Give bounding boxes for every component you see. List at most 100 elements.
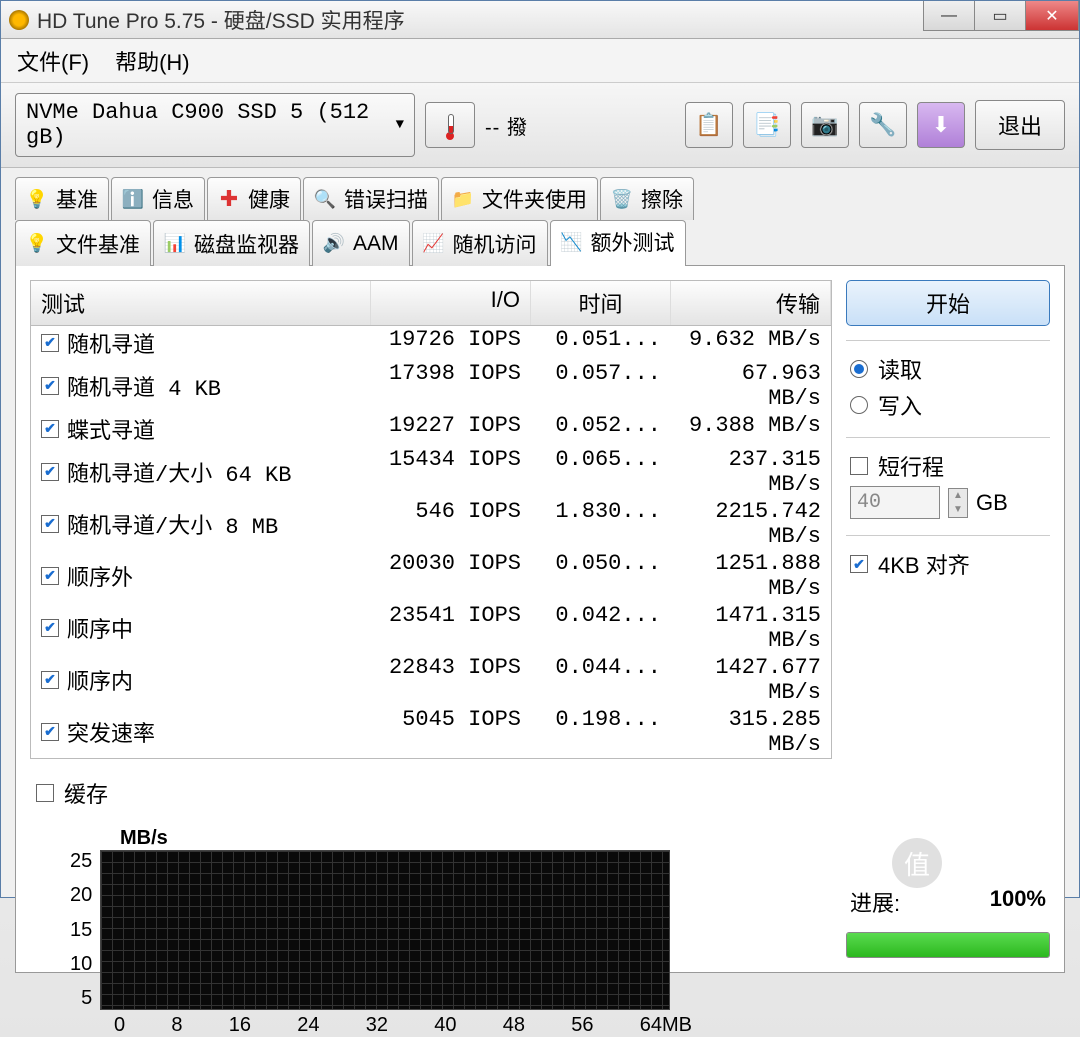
close-button[interactable]: ✕	[1025, 1, 1079, 31]
table-row[interactable]: 顺序内22843 IOPS0.044...1427.677 MB/s	[31, 654, 831, 706]
chart-y-axis: 252015105	[70, 850, 100, 1010]
row-io: 23541 IOPS	[371, 602, 531, 654]
row-time: 0.198...	[531, 706, 671, 758]
window-title: HD Tune Pro 5.75 - 硬盘/SSD 实用程序	[37, 5, 405, 35]
drive-select[interactable]: NVMe Dahua C900 SSD 5 (512 gB) ▼	[15, 93, 415, 157]
row-io: 20030 IOPS	[371, 550, 531, 602]
tab-label: 额外测试	[591, 227, 675, 257]
row-time: 0.065...	[531, 446, 671, 498]
row-time: 0.051...	[531, 326, 671, 360]
scan-icon	[314, 188, 336, 210]
copy-icon: 📋	[695, 112, 722, 138]
save-button[interactable]: ⬇	[917, 102, 965, 148]
tab-label: 错误扫描	[344, 184, 428, 214]
watermark: 值 什么值得买	[892, 838, 1062, 888]
row-name: 顺序中	[67, 612, 133, 644]
plus-icon	[218, 188, 240, 210]
tab-label: 基准	[56, 184, 98, 214]
speaker-icon	[323, 233, 345, 255]
tools-icon: 🔧	[869, 112, 896, 138]
row-name: 随机寻道 4 KB	[67, 370, 221, 402]
row-checkbox[interactable]	[41, 619, 59, 637]
table-row[interactable]: 随机寻道 4 KB17398 IOPS0.057...67.963 MB/s	[31, 360, 831, 412]
camera-icon: 📷	[811, 112, 838, 138]
minimize-button[interactable]: —	[923, 1, 975, 31]
col-transfer[interactable]: 传输	[671, 281, 831, 325]
tab-文件基准[interactable]: 文件基准	[15, 220, 151, 266]
row-io: 19726 IOPS	[371, 326, 531, 360]
x-tick: 24	[297, 1014, 319, 1037]
row-name: 随机寻道	[67, 327, 155, 359]
temperature-value: -- 撥	[485, 111, 528, 140]
row-transfer: 9.632 MB/s	[671, 326, 831, 360]
row-checkbox[interactable]	[41, 671, 59, 689]
short-stroke-input[interactable]	[850, 486, 940, 519]
row-checkbox[interactable]	[41, 420, 59, 438]
tab-擦除[interactable]: 擦除	[600, 177, 694, 220]
tabs-row-bottom: 文件基准磁盘监视器 AAM 随机访问 额外测试	[15, 219, 1065, 265]
table-row[interactable]: 突发速率5045 IOPS0.198...315.285 MB/s	[31, 706, 831, 758]
tab-信息[interactable]: 信息	[111, 177, 205, 220]
x-tick: 0	[114, 1014, 125, 1037]
align-4kb-checkbox[interactable]	[850, 555, 868, 573]
progress-value: 100%	[990, 886, 1046, 918]
options-button[interactable]: 🔧	[859, 102, 907, 148]
copy-button[interactable]: 📋	[685, 102, 733, 148]
read-radio[interactable]	[850, 360, 868, 378]
table-row[interactable]: 随机寻道/大小 8 MB546 IOPS1.830...2215.742 MB/…	[31, 498, 831, 550]
row-checkbox[interactable]	[41, 515, 59, 533]
table-row[interactable]: 随机寻道 19726 IOPS0.051...9.632 MB/s	[31, 326, 831, 360]
row-transfer: 1471.315 MB/s	[671, 602, 831, 654]
col-io[interactable]: I/O	[371, 281, 531, 325]
write-radio[interactable]	[850, 396, 868, 414]
tab-磁盘监视器[interactable]: 磁盘监视器	[153, 220, 310, 266]
table-row[interactable]: 随机寻道/大小 64 KB15434 IOPS0.065...237.315 M…	[31, 446, 831, 498]
progress-label: 进展:	[850, 886, 900, 918]
copy-all-icon: 📑	[753, 112, 780, 138]
row-checkbox[interactable]	[41, 334, 59, 352]
tab-错误扫描[interactable]: 错误扫描	[303, 177, 439, 220]
chart-icon	[164, 233, 186, 255]
x-tick: 64MB	[640, 1014, 692, 1037]
tab-基准[interactable]: 基准	[15, 177, 109, 220]
tab-健康[interactable]: 健康	[207, 177, 301, 220]
col-time[interactable]: 时间	[531, 281, 671, 325]
tab-随机访问[interactable]: 随机访问	[412, 220, 548, 266]
maximize-button[interactable]: ▭	[974, 1, 1026, 31]
menu-help[interactable]: 帮助(H)	[115, 45, 190, 77]
tab-AAM[interactable]: AAM	[312, 220, 410, 266]
exit-button[interactable]: 退出	[975, 100, 1065, 150]
titlebar[interactable]: HD Tune Pro 5.75 - 硬盘/SSD 实用程序 — ▭ ✕	[1, 1, 1079, 39]
temperature-button[interactable]	[425, 102, 475, 148]
progress-bar-fill	[847, 933, 1049, 957]
table-row[interactable]: 蝶式寻道19227 IOPS0.052...9.388 MB/s	[31, 412, 831, 446]
start-button[interactable]: 开始	[846, 280, 1050, 326]
table-row[interactable]: 顺序外20030 IOPS0.050...1251.888 MB/s	[31, 550, 831, 602]
row-io: 5045 IOPS	[371, 706, 531, 758]
row-io: 15434 IOPS	[371, 446, 531, 498]
trash-icon	[611, 188, 633, 210]
tab-label: 随机访问	[453, 229, 537, 259]
x-tick: 56	[571, 1014, 593, 1037]
cache-checkbox[interactable]	[36, 784, 54, 802]
short-stroke-checkbox[interactable]	[850, 457, 868, 475]
y-tick: 20	[70, 884, 92, 907]
col-test[interactable]: 测试	[31, 281, 371, 325]
row-checkbox[interactable]	[41, 377, 59, 395]
menu-file[interactable]: 文件(F)	[17, 45, 89, 77]
tab-文件夹使用[interactable]: 文件夹使用	[441, 177, 598, 220]
tab-额外测试[interactable]: 额外测试	[550, 220, 686, 266]
copy-all-button[interactable]: 📑	[743, 102, 791, 148]
row-checkbox[interactable]	[41, 723, 59, 741]
watermark-icon: 值	[892, 838, 942, 888]
y-tick: 15	[70, 919, 92, 942]
read-label: 读取	[878, 353, 922, 385]
screenshot-button[interactable]: 📷	[801, 102, 849, 148]
tab-label: AAM	[353, 232, 399, 256]
spin-buttons[interactable]: ▲▼	[948, 488, 968, 518]
chart-x-axis: 0816243240485664MB	[70, 1010, 692, 1037]
row-checkbox[interactable]	[41, 463, 59, 481]
row-checkbox[interactable]	[41, 567, 59, 585]
watermark-text: 什么值得买	[952, 847, 1062, 879]
table-row[interactable]: 顺序中23541 IOPS0.042...1471.315 MB/s	[31, 602, 831, 654]
